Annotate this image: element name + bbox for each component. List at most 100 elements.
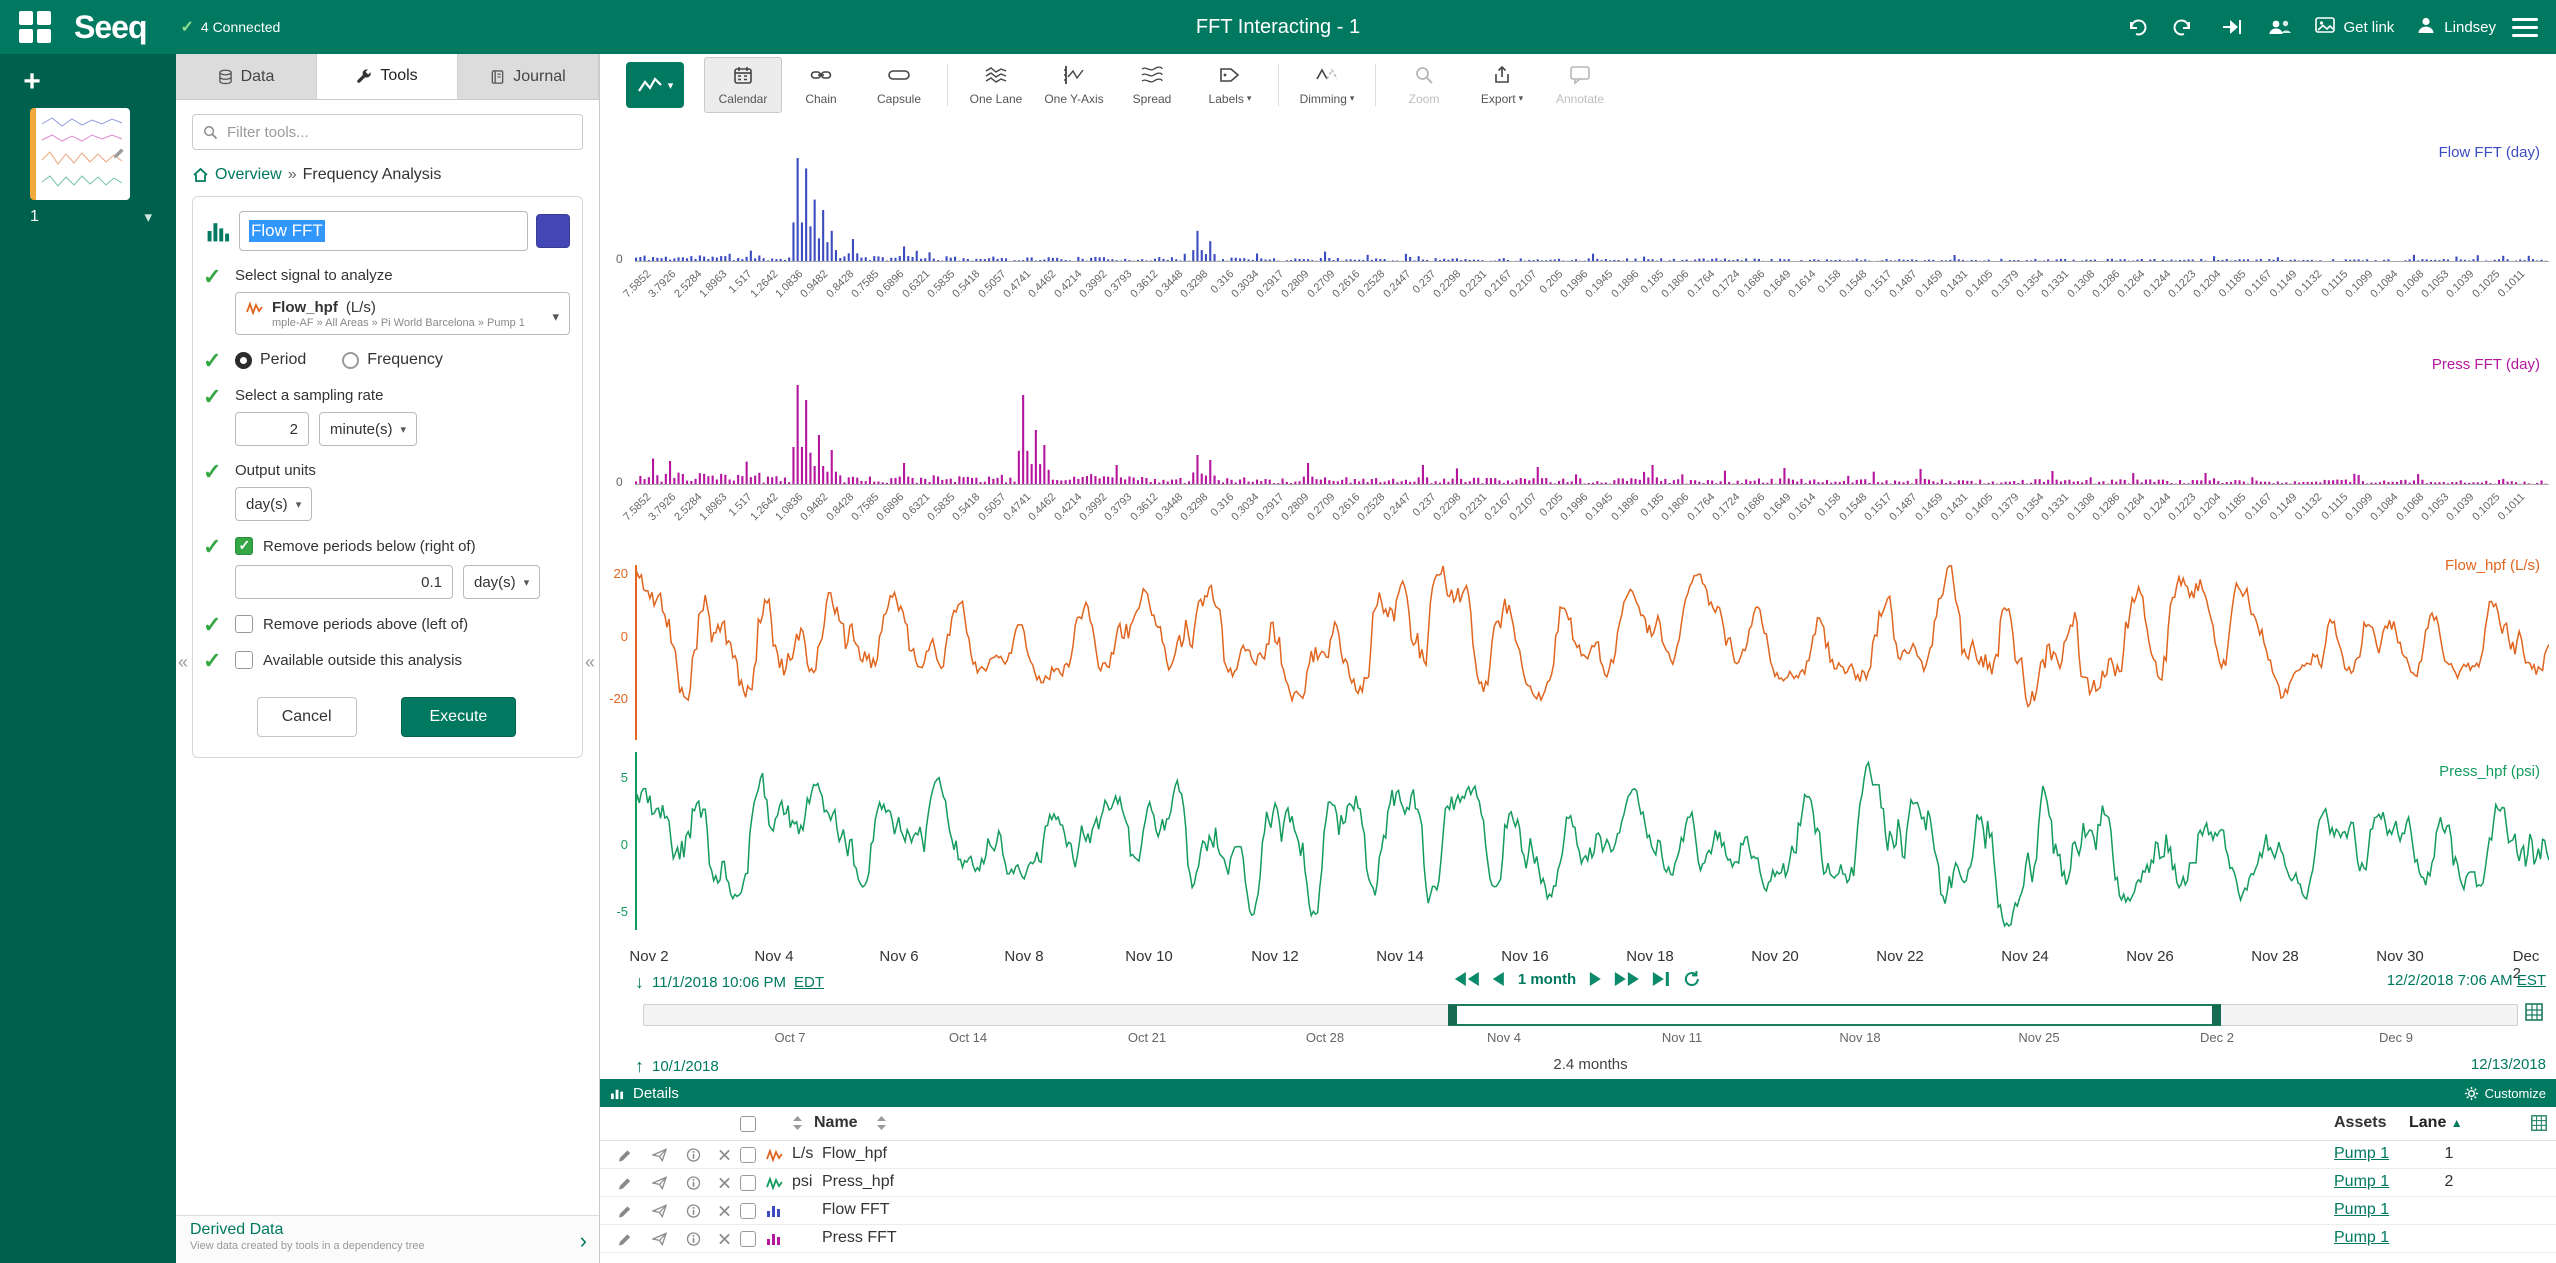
redo-icon[interactable]	[2165, 8, 2203, 46]
asset-link[interactable]: Pump 1	[2334, 1173, 2389, 1191]
range-start[interactable]: ↓ 11/1/2018 10:06 PM EDT	[635, 972, 824, 993]
search-input[interactable]	[227, 124, 572, 141]
jump-to-present-icon[interactable]	[2213, 8, 2251, 46]
range-handle-right[interactable]	[2212, 1005, 2221, 1025]
remove-icon[interactable]	[718, 1204, 731, 1217]
range-track[interactable]	[643, 1004, 2518, 1026]
remove-above-checkbox-row[interactable]: Remove periods above (left of)	[235, 615, 570, 633]
duration-label[interactable]: 1 month	[1518, 971, 1576, 988]
navigate-icon[interactable]	[652, 1147, 667, 1162]
info-icon[interactable]	[686, 1175, 701, 1190]
output-units-select[interactable]: day(s) ▾	[235, 487, 312, 521]
signal-select-dropdown[interactable]: Flow_hpf (L/s) mple-AF » All Areas » Pi …	[235, 292, 570, 335]
radio-period[interactable]: Period	[235, 351, 306, 369]
remove-icon[interactable]	[718, 1232, 731, 1245]
range-window[interactable]	[1448, 1004, 2222, 1026]
name-column-header[interactable]: Name	[814, 1114, 858, 1132]
remove-below-value-input[interactable]	[235, 565, 453, 599]
edit-icon[interactable]	[618, 1231, 633, 1246]
step-back-icon[interactable]	[1493, 972, 1504, 986]
toolbar-button-one-y-axis[interactable]: One Y-Axis	[1035, 57, 1113, 113]
item-name[interactable]: Flow FFT	[822, 1201, 890, 1219]
info-icon[interactable]	[686, 1203, 701, 1218]
press-hpf-chart[interactable]	[635, 752, 2549, 930]
item-name[interactable]: Press FFT	[822, 1229, 897, 1247]
item-name[interactable]: Flow_hpf	[822, 1145, 887, 1163]
row-checkbox[interactable]	[740, 1203, 756, 1219]
available-outside-checkbox-row[interactable]: Available outside this analysis	[235, 651, 570, 669]
press-fft-chart[interactable]	[635, 383, 2549, 485]
sampling-rate-input[interactable]	[235, 412, 309, 446]
toolbar-button-dimming[interactable]: Dimming ▾	[1288, 57, 1366, 113]
checkbox-unchecked-icon[interactable]	[235, 615, 253, 633]
remove-below-unit-select[interactable]: day(s) ▾	[463, 565, 540, 599]
info-icon[interactable]	[686, 1231, 701, 1246]
toolbar-button-chain[interactable]: Chain	[782, 57, 860, 113]
info-icon[interactable]	[686, 1147, 701, 1162]
worksheet-thumbnail[interactable]	[30, 108, 130, 200]
remove-icon[interactable]	[718, 1176, 731, 1189]
row-checkbox[interactable]	[740, 1147, 756, 1163]
radio-frequency[interactable]: Frequency	[342, 351, 443, 369]
get-link-button[interactable]: Get link	[2309, 16, 2400, 38]
range-start-timezone[interactable]: EDT	[794, 974, 824, 991]
navigate-icon[interactable]	[652, 1203, 667, 1218]
jump-to-end-icon[interactable]	[1653, 972, 1669, 986]
checkbox-unchecked-icon[interactable]	[235, 651, 253, 669]
step-forward-large-icon[interactable]	[1615, 972, 1639, 986]
row-checkbox[interactable]	[740, 1231, 756, 1247]
remove-icon[interactable]	[718, 1148, 731, 1161]
hamburger-menu-icon[interactable]	[2512, 18, 2538, 37]
trend-charts[interactable]: Flow FFT (day) 0 7.58523.79262.52841.896…	[600, 116, 2556, 962]
app-launcher-icon[interactable]	[18, 10, 52, 44]
asset-link[interactable]: Pump 1	[2334, 1229, 2389, 1247]
step-back-large-icon[interactable]	[1455, 972, 1479, 986]
full-range-start[interactable]: ↑ 10/1/2018	[635, 1056, 719, 1077]
edit-icon[interactable]	[618, 1203, 633, 1218]
refresh-icon[interactable]	[1683, 970, 1701, 988]
flow-fft-chart[interactable]	[635, 156, 2549, 262]
toolbar-button-capsule[interactable]: Capsule	[860, 57, 938, 113]
result-name-input[interactable]: Flow FFT	[239, 211, 528, 251]
color-swatch-button[interactable]	[536, 214, 570, 248]
select-all-checkbox[interactable]	[740, 1116, 756, 1132]
navigate-icon[interactable]	[652, 1175, 667, 1190]
row-checkbox[interactable]	[740, 1175, 756, 1191]
undo-icon[interactable]	[2117, 8, 2155, 46]
edit-icon[interactable]	[618, 1147, 633, 1162]
collapse-worksheets-handle[interactable]: «	[178, 652, 188, 673]
chevron-down-icon[interactable]: ▾	[144, 208, 152, 226]
flow-hpf-chart[interactable]	[635, 565, 2549, 740]
breadcrumb-overview-link[interactable]: Overview	[215, 166, 282, 184]
navigate-icon[interactable]	[652, 1231, 667, 1246]
user-menu[interactable]: Lindsey	[2410, 15, 2502, 39]
item-name[interactable]: Press_hpf	[822, 1173, 894, 1191]
toolbar-button-one-lane[interactable]: One Lane	[957, 57, 1035, 113]
toolbar-button-labels[interactable]: Labels ▾	[1191, 57, 1269, 113]
range-grid-icon[interactable]	[2524, 1002, 2544, 1027]
lane-column-header[interactable]: Lane ▲	[2409, 1114, 2463, 1132]
sampling-unit-select[interactable]: minute(s) ▾	[319, 412, 417, 446]
add-worksheet-button[interactable]: +	[12, 62, 52, 102]
execute-button[interactable]: Execute	[401, 697, 517, 737]
users-icon[interactable]	[2261, 8, 2299, 46]
edit-worksheet-icon[interactable]	[113, 146, 126, 164]
sort-icon[interactable]	[876, 1115, 887, 1136]
collapse-panel-handle[interactable]: «	[585, 652, 595, 673]
tab-journal[interactable]: Journal	[458, 54, 599, 99]
home-icon[interactable]	[192, 167, 209, 183]
edit-icon[interactable]	[618, 1175, 633, 1190]
range-end-timezone[interactable]: EST	[2517, 972, 2546, 989]
toolbar-button-spread[interactable]: Spread	[1113, 57, 1191, 113]
toolbar-button-export[interactable]: Export ▾	[1463, 57, 1541, 113]
full-range-end[interactable]: 12/13/2018	[2471, 1056, 2546, 1073]
asset-link[interactable]: Pump 1	[2334, 1145, 2389, 1163]
table-options-icon[interactable]	[2530, 1114, 2548, 1137]
assets-column-header[interactable]: Assets	[2334, 1114, 2386, 1132]
tab-data[interactable]: Data	[176, 54, 317, 99]
view-mode-button[interactable]: ▾	[626, 62, 684, 108]
checkbox-checked-icon[interactable]	[235, 537, 253, 555]
range-handle-left[interactable]	[1448, 1005, 1457, 1025]
customize-button[interactable]: Customize	[2464, 1086, 2546, 1101]
sort-icon[interactable]	[792, 1115, 803, 1136]
